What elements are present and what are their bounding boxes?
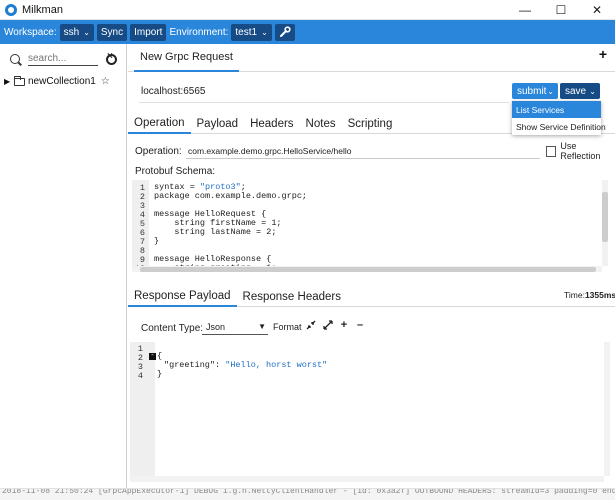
- sync-button[interactable]: Sync: [96, 23, 128, 41]
- use-reflection-label: Use Reflection: [560, 141, 601, 161]
- environment-select[interactable]: test1 ⌄: [231, 23, 272, 41]
- settings-button[interactable]: [274, 23, 295, 41]
- window-title: Milkman: [22, 3, 63, 16]
- import-button[interactable]: Import: [130, 23, 167, 41]
- sidebar: ▶ newCollection1 ☆: [0, 44, 127, 500]
- expand-icon[interactable]: [321, 318, 335, 332]
- use-reflection-checkbox[interactable]: [546, 145, 557, 157]
- workspace-select[interactable]: ssh ⌄: [59, 23, 94, 41]
- collection-item[interactable]: ▶ newCollection1 ☆: [4, 75, 110, 87]
- caret-down-icon: ▼: [258, 322, 266, 331]
- schema-editor[interactable]: 1 2 3 4 5 6 7 8 9 10 syntax = "proto3"; …: [132, 180, 608, 272]
- minimize-button[interactable]: —: [507, 0, 543, 20]
- chevron-down-icon[interactable]: ⌄: [589, 87, 596, 96]
- content-type-select[interactable]: Json ▼: [202, 319, 268, 335]
- time-value: 1355ms: [584, 290, 615, 300]
- chevron-down-icon: ⌄: [261, 27, 268, 37]
- expand-arrows-icon: [323, 320, 333, 330]
- request-tab-bar: New Grpc Request +: [128, 44, 615, 72]
- window-controls: — ☐ ✕: [507, 0, 615, 20]
- content-type-label: Content Type:: [141, 323, 204, 334]
- menu-item-list-services[interactable]: List Services: [512, 101, 601, 118]
- tab-notes[interactable]: Notes: [300, 114, 342, 134]
- code-line: package com.example.demo.grpc;: [154, 191, 308, 201]
- environment-label: Environment:: [169, 26, 229, 38]
- json-value: "Hello, horst worst": [225, 360, 328, 370]
- url-underline: [139, 102, 509, 103]
- caret-right-icon[interactable]: ▶: [4, 77, 12, 86]
- search-input[interactable]: [28, 52, 98, 66]
- json-separator: :: [215, 360, 226, 370]
- operation-label: Operation:: [135, 146, 182, 157]
- close-button[interactable]: ✕: [579, 0, 615, 20]
- json-line: }: [157, 369, 163, 379]
- tab-headers[interactable]: Headers: [244, 114, 299, 134]
- chevron-down-icon[interactable]: ⌄: [547, 87, 554, 96]
- chevron-down-icon: ⌄: [83, 27, 90, 37]
- workspace-label: Workspace:: [4, 26, 57, 38]
- schema-label: Protobuf Schema:: [135, 166, 216, 177]
- menu-item-show-service-definition[interactable]: Show Service Definition: [512, 118, 606, 135]
- main-toolbar: Workspace: ssh ⌄ Sync Import Environment…: [0, 20, 615, 44]
- schema-horizontal-scroll-thumb[interactable]: [140, 267, 596, 272]
- fold-toggle-icon[interactable]: -: [149, 353, 156, 360]
- code-line: string lastName = 2;: [154, 227, 277, 237]
- response-vertical-scrollbar[interactable]: [604, 342, 610, 476]
- json-line: {: [157, 351, 163, 361]
- workspace-value: ssh: [63, 26, 80, 38]
- search-icon: [10, 54, 20, 64]
- save-label: save: [565, 85, 587, 97]
- save-button[interactable]: save ⌄: [560, 83, 600, 99]
- collapse-arrows-icon: [306, 320, 316, 330]
- tab-scripting[interactable]: Scripting: [342, 114, 399, 134]
- time-label: Time:: [564, 290, 585, 300]
- wrench-icon: [279, 26, 291, 37]
- tab-operation[interactable]: Operation: [128, 114, 191, 134]
- response-time: Time:1355ms: [564, 290, 615, 300]
- app-logo-icon: [5, 3, 17, 16]
- line-number: 4: [137, 371, 143, 381]
- log-strip: 2018-11-08 21:50:24 [GrpcAppExecutor-1] …: [0, 488, 615, 500]
- response-tabs: Response Payload Response Headers: [128, 286, 615, 307]
- tab-payload[interactable]: Payload: [191, 114, 245, 134]
- environment-value: test1: [235, 26, 258, 38]
- tab-new-grpc-request[interactable]: New Grpc Request: [134, 44, 239, 72]
- folder-icon: [14, 75, 25, 86]
- submit-button[interactable]: submit ⌄: [512, 83, 558, 99]
- collection-label: newCollection1: [28, 76, 96, 87]
- plus-icon[interactable]: +: [337, 318, 351, 332]
- json-line: "greeting": "Hello, horst worst": [164, 360, 327, 370]
- maximize-button[interactable]: ☐: [543, 0, 579, 20]
- response-horizontal-scrollbar[interactable]: [130, 476, 604, 482]
- search-box: [6, 50, 122, 68]
- format-button[interactable]: Format: [273, 322, 302, 332]
- url-input[interactable]: localhost:6565: [141, 86, 206, 97]
- clear-search-icon[interactable]: [106, 51, 117, 65]
- content-type-value: Json: [206, 321, 226, 332]
- submit-label: submit: [517, 85, 547, 97]
- json-key: "greeting": [164, 360, 216, 370]
- code-line: }: [154, 236, 160, 246]
- use-reflection-toggle[interactable]: Use Reflection: [546, 141, 615, 161]
- schema-vertical-scroll-thumb[interactable]: [602, 192, 608, 242]
- add-tab-button[interactable]: +: [599, 46, 607, 62]
- log-text: 2018-11-08 21:50:24 [GrpcAppExecutor-1] …: [2, 488, 615, 496]
- operation-input[interactable]: [186, 143, 540, 159]
- tab-response-headers[interactable]: Response Headers: [237, 286, 347, 307]
- minus-icon[interactable]: –: [353, 318, 367, 332]
- response-editor[interactable]: 1 2 3 4 - { "greeting": "Hello, horst wo…: [130, 342, 610, 482]
- star-icon[interactable]: ☆: [101, 76, 110, 87]
- collapse-icon[interactable]: [304, 318, 318, 332]
- tab-response-payload[interactable]: Response Payload: [128, 286, 237, 307]
- submit-dropdown-menu: List Services Show Service Definition: [512, 101, 606, 135]
- title-bar: Milkman — ☐ ✕: [0, 0, 615, 20]
